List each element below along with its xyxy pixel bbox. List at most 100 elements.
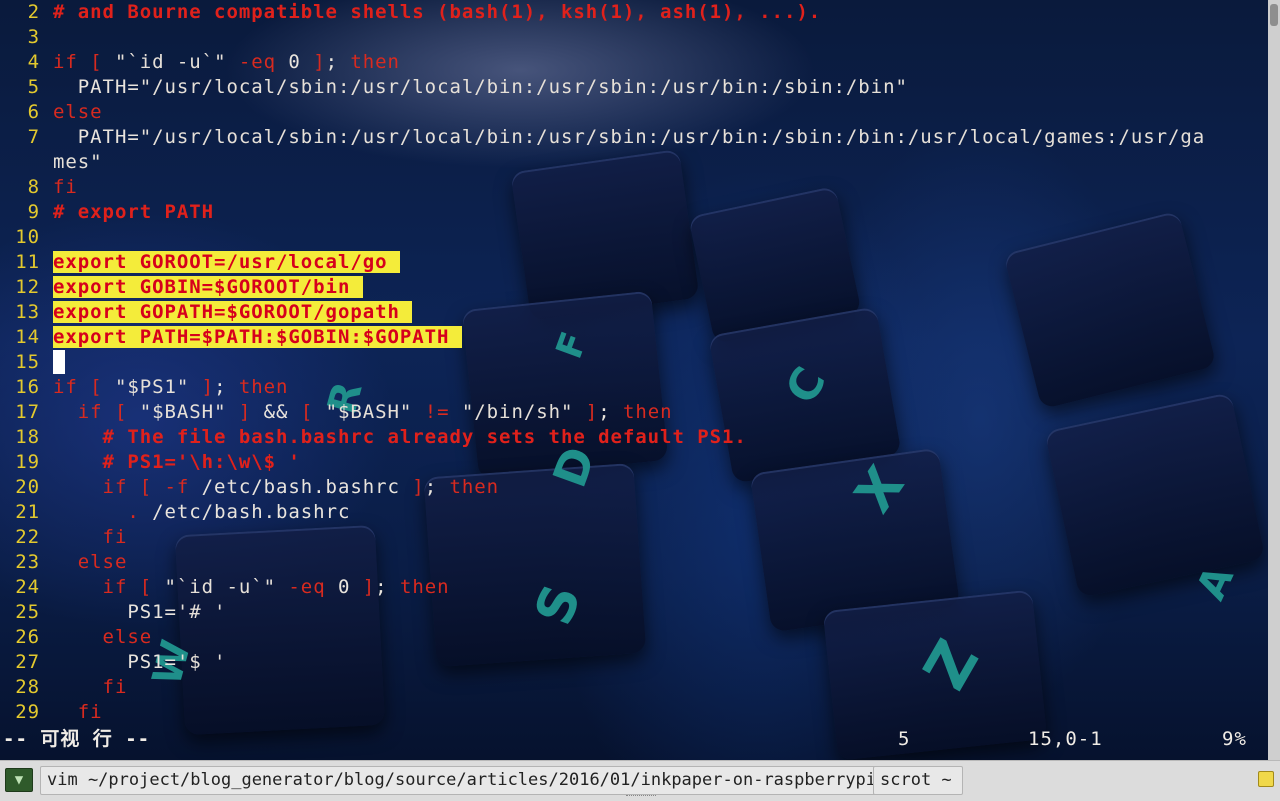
code-line[interactable]: 17 if [ "$BASH" ] && [ "$BASH" != "/bin/… [0, 400, 1268, 425]
code-line[interactable]: 13 export GOPATH=$GOROOT/gopath [0, 300, 1268, 325]
code-line[interactable]: 6 else [0, 100, 1268, 125]
selected-text: export GOPATH=$GOROOT/gopath [53, 301, 413, 323]
code-line[interactable]: 20 if [ -f /etc/bash.bashrc ]; then [0, 475, 1268, 500]
code-text[interactable]: fi [53, 675, 127, 700]
code-token: else [53, 551, 128, 573]
code-line[interactable]: 26 else [0, 625, 1268, 650]
code-token: "$BASH" [139, 401, 227, 423]
code-text[interactable]: export GOROOT=/usr/local/go [53, 250, 400, 275]
code-text[interactable]: # PS1='\h:\w\$ ' [53, 450, 301, 475]
start-menu-icon[interactable]: ▼ [5, 768, 33, 792]
code-line[interactable]: 5 PATH="/usr/local/sbin:/usr/local/bin:/… [0, 75, 1268, 100]
tray-icon[interactable] [1258, 771, 1274, 787]
code-text[interactable]: fi [53, 175, 78, 200]
code-text[interactable] [53, 350, 65, 375]
line-number: 19 [15, 451, 40, 473]
scrollbar-thumb[interactable] [1270, 4, 1278, 26]
code-token: then [399, 576, 450, 598]
code-token: ; [325, 51, 351, 73]
code-token: /etc/bash.bashrc [201, 476, 400, 498]
taskbar: ▼ vim ~/project/blog_generator/blog/sour… [0, 760, 1280, 801]
code-text[interactable]: PATH="/usr/local/sbin:/usr/local/bin:/us… [53, 75, 908, 100]
line-number: 15 [15, 351, 40, 373]
code-line[interactable]: 24 if [ "`id -u`" -eq 0 ]; then [0, 575, 1268, 600]
line-number: 26 [15, 626, 40, 648]
code-line[interactable]: 15 [0, 350, 1268, 375]
code-text[interactable]: if [ "`id -u`" -eq 0 ]; then [53, 575, 450, 600]
code-token: if [ [53, 376, 115, 398]
code-line[interactable]: 25 PS1='# ' [0, 600, 1268, 625]
code-text[interactable]: if [ "$PS1" ]; then [53, 375, 288, 400]
line-number: 16 [15, 376, 40, 398]
line-number: 13 [15, 301, 40, 323]
taskbar-window-scrot[interactable]: scrot ~ [873, 766, 963, 795]
code-line[interactable]: 28 fi [0, 675, 1268, 700]
vim-status-line: -- 可视 行 -- 5 15,0-1 9% [0, 727, 1268, 752]
code-token: then [238, 376, 289, 398]
code-text[interactable]: fi [53, 525, 127, 550]
code-text[interactable]: PS1='$ ' [53, 650, 226, 675]
code-line[interactable]: 7 PATH="/usr/local/sbin:/usr/local/bin:/… [0, 125, 1268, 150]
code-text[interactable]: export GOPATH=$GOROOT/gopath [53, 300, 413, 325]
code-line[interactable]: 18 # The file bash.bashrc already sets t… [0, 425, 1268, 450]
text-cursor [53, 350, 65, 374]
code-text[interactable]: . /etc/bash.bashrc [53, 500, 350, 525]
line-number: 21 [15, 501, 40, 523]
code-token: else [53, 626, 153, 648]
code-text[interactable]: PATH="/usr/local/sbin:/usr/local/bin:/us… [53, 125, 1205, 150]
selection-count: 5 [898, 728, 911, 750]
code-line[interactable]: 2 # and Bourne compatible shells (bash(1)… [0, 0, 1268, 25]
code-line[interactable]: 29 fi [0, 700, 1268, 725]
code-line[interactable]: 8 fi [0, 175, 1268, 200]
code-line[interactable]: 3 [0, 25, 1268, 50]
code-line[interactable]: 11 export GOROOT=/usr/local/go [0, 250, 1268, 275]
code-line[interactable]: 19 # PS1='\h:\w\$ ' [0, 450, 1268, 475]
code-text[interactable]: else [53, 625, 152, 650]
code-token: '$ ' [176, 651, 227, 673]
line-number: 22 [15, 526, 40, 548]
code-line[interactable]: 9 # export PATH [0, 200, 1268, 225]
code-token: # and Bourne compatible shells (bash(1),… [53, 1, 822, 23]
code-line[interactable]: 27 PS1='$ ' [0, 650, 1268, 675]
code-text[interactable]: # export PATH [53, 200, 214, 225]
code-line[interactable]: 14 export PATH=$PATH:$GOBIN:$GOPATH [0, 325, 1268, 350]
mode-indicator: -- 可视 行 -- [3, 728, 151, 750]
line-number: 24 [15, 576, 40, 598]
code-text[interactable]: # and Bourne compatible shells (bash(1),… [53, 0, 821, 25]
code-text[interactable]: # The file bash.bashrc already sets the … [53, 425, 747, 450]
code-line[interactable]: mes" [0, 150, 1268, 175]
code-text[interactable]: else [53, 550, 127, 575]
code-token: then [449, 476, 500, 498]
selected-text: export PATH=$PATH:$GOBIN:$GOPATH [53, 326, 462, 348]
taskbar-grip[interactable] [626, 795, 656, 799]
line-number: 5 [27, 76, 40, 98]
code-token: if [ -f [53, 476, 202, 498]
line-number: 3 [27, 26, 40, 48]
code-line[interactable]: 10 [0, 225, 1268, 250]
code-line[interactable]: 23 else [0, 550, 1268, 575]
line-number: 2 [27, 1, 40, 23]
code-text[interactable]: PS1='# ' [53, 600, 226, 625]
code-line[interactable]: 12 export GOBIN=$GOROOT/bin [0, 275, 1268, 300]
code-text[interactable]: mes" [53, 150, 103, 175]
editor-buffer[interactable]: 2 # and Bourne compatible shells (bash(1)… [0, 0, 1268, 725]
code-text[interactable]: export GOBIN=$GOROOT/bin [53, 275, 363, 300]
code-token: # export PATH [53, 201, 215, 223]
code-text[interactable]: if [ "`id -u`" -eq 0 ]; then [53, 50, 400, 75]
code-text[interactable]: if [ -f /etc/bash.bashrc ]; then [53, 475, 499, 500]
code-line[interactable]: 4 if [ "`id -u`" -eq 0 ]; then [0, 50, 1268, 75]
code-line[interactable]: 16 if [ "$PS1" ]; then [0, 375, 1268, 400]
line-number: 29 [15, 701, 40, 723]
taskbar-window-vim[interactable]: vim ~/project/blog_generator/blog/source… [40, 766, 876, 795]
terminal-scrollbar[interactable] [1268, 0, 1280, 760]
code-token: # PS1='\h:\w\$ ' [53, 451, 301, 473]
code-line[interactable]: 22 fi [0, 525, 1268, 550]
code-text[interactable]: fi [53, 700, 103, 725]
code-text[interactable]: if [ "$BASH" ] && [ "$BASH" != "/bin/sh"… [53, 400, 673, 425]
line-number: 12 [15, 276, 40, 298]
code-text[interactable]: else [53, 100, 103, 125]
code-token: ; [598, 401, 623, 423]
code-line[interactable]: 21 . /etc/bash.bashrc [0, 500, 1268, 525]
terminal-window[interactable]: D S Z X C F R W A 2 # and Bourne compatib… [0, 0, 1268, 760]
code-text[interactable]: export PATH=$PATH:$GOBIN:$GOPATH [53, 325, 462, 350]
